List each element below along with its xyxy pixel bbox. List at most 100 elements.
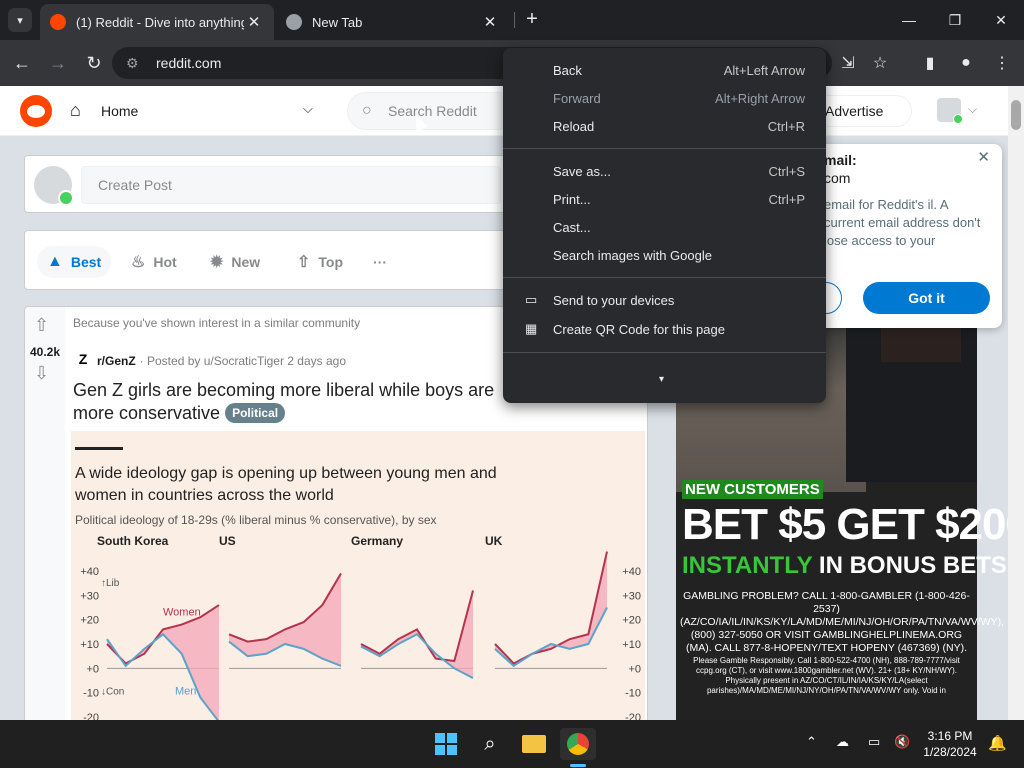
avatar[interactable] (34, 166, 74, 206)
notification-bell-icon[interactable]: 🔔 (988, 734, 1007, 752)
got-it-button[interactable]: Got it (863, 282, 990, 314)
volume-muted-icon[interactable]: 🔇 (894, 734, 910, 750)
more-options-button[interactable]: ··· (373, 246, 387, 278)
site-info-icon[interactable]: ⚙ (126, 55, 148, 72)
menu-label: Forward (553, 90, 601, 106)
close-icon[interactable]: ✕ (977, 148, 990, 166)
ad-headline: BET $5 GET $200 (682, 500, 1024, 549)
search-input[interactable]: ○ Search Reddit (347, 92, 517, 130)
search-icon[interactable]: ⌕ (472, 728, 508, 760)
forward-button[interactable]: → (46, 51, 70, 75)
menu-item-print[interactable]: Print... Ctrl+P (503, 185, 826, 213)
create-post-input[interactable]: Create Post (81, 166, 501, 204)
chrome-menu-icon[interactable]: ⋮ (990, 51, 1014, 75)
y-tick-label: +20 (80, 615, 99, 627)
panel-title: UK (485, 534, 503, 548)
top-chart-icon: ⇧ (297, 254, 311, 271)
post-meta: Z r/GenZ · Posted by u/SocraticTiger 2 d… (73, 351, 346, 371)
restore-button[interactable]: ❐ (932, 0, 978, 40)
menu-item-forward[interactable]: Forward Alt+Right Arrow (503, 84, 826, 112)
avatar[interactable] (937, 98, 963, 124)
chart-title: A wide ideology gap is opening up betwee… (75, 465, 497, 482)
tab-strip: ▾ (1) Reddit - Dive into anything ✕ New … (0, 0, 1024, 40)
system-clock[interactable]: 3:16 PM 1/28/2024 (920, 728, 980, 760)
network-icon[interactable]: ▭ (868, 734, 880, 750)
chevron-down-icon[interactable]: ⌵ (968, 102, 977, 117)
page-scrollbar[interactable] (1008, 86, 1024, 720)
menu-label: Print... (553, 191, 591, 207)
y-tick-label: +10 (622, 639, 641, 651)
sort-label: New (231, 254, 261, 270)
tab-new-tab[interactable]: New Tab ✕ (276, 4, 510, 40)
post-image[interactable]: A wide ideology gap is opening up betwee… (71, 431, 645, 720)
minimize-button[interactable]: — (886, 0, 932, 40)
post-title[interactable]: Gen Z girls are becoming more liberal wh… (73, 379, 513, 425)
ad-disclaimer: GAMBLING PROBLEM? CALL 1-800-GAMBLER (1-… (680, 590, 1004, 654)
subreddit-icon[interactable]: Z (73, 351, 93, 371)
windows-taskbar: ⌕ ⌃ ☁ ▭ 🔇 3:16 PM 1/28/2024 🔔 (0, 720, 1024, 768)
menu-shortcut: Ctrl+R (767, 118, 805, 134)
upvote-icon[interactable]: ⇧ (34, 315, 49, 336)
file-explorer-icon[interactable] (516, 728, 552, 760)
profile-icon[interactable]: ● (954, 51, 978, 75)
ad-person-head (881, 322, 961, 362)
onedrive-icon[interactable]: ☁ (836, 734, 849, 750)
qr-code-icon: ▦ (525, 321, 538, 336)
laptop-icon: ▭ (525, 292, 538, 307)
sort-new[interactable]: ✹ New (210, 246, 260, 278)
y-tick-label: +0 (628, 663, 641, 675)
recommendation-reason: Because you've shown interest in a simil… (73, 316, 361, 330)
tab-search-icon[interactable]: ▾ (8, 8, 32, 32)
close-window-button[interactable]: ✕ (978, 0, 1024, 40)
sort-label: Top (318, 254, 344, 270)
subreddit-link[interactable]: r/GenZ (97, 354, 136, 368)
menu-item-back[interactable]: Back Alt+Left Arrow (503, 56, 826, 84)
scrollbar-thumb[interactable] (1011, 100, 1021, 130)
chevron-down-icon[interactable]: ⌵ (303, 101, 313, 117)
search-icon: ○ (362, 102, 372, 119)
reload-button[interactable]: ↻ (82, 51, 106, 75)
search-placeholder: Search Reddit (388, 103, 477, 119)
menu-item-qr-code[interactable]: ▦ Create QR Code for this page (503, 315, 826, 343)
post-flair[interactable]: Political (225, 403, 286, 423)
tab-reddit[interactable]: (1) Reddit - Dive into anything ✕ (40, 4, 274, 40)
popup-heading: mail: (824, 152, 857, 168)
install-app-icon[interactable]: ⇲ (836, 51, 860, 75)
menu-item-send-to-devices[interactable]: ▭ Send to your devices (503, 286, 826, 314)
chrome-taskbar-icon[interactable] (560, 728, 596, 760)
chart-subtitle: Political ideology of 18-29s (% liberal … (75, 513, 437, 527)
menu-shortcut: Ctrl+S (768, 163, 805, 179)
y-tick-label: +40 (80, 566, 99, 578)
menu-item-save-as[interactable]: Save as... Ctrl+S (503, 157, 826, 185)
side-panel-icon[interactable]: ▮ (918, 51, 942, 75)
popup-email: com (824, 170, 851, 186)
sort-top[interactable]: ⇧ Top (297, 246, 343, 278)
reddit-logo-icon[interactable] (20, 95, 52, 127)
new-tab-button[interactable]: + (520, 8, 544, 32)
home-label[interactable]: Home (101, 103, 138, 119)
sort-hot[interactable]: ♨ Hot (131, 246, 177, 278)
y-tick-label: -10 (625, 688, 641, 700)
start-button[interactable] (428, 728, 464, 760)
ad-instantly: INSTANTLY (682, 552, 813, 579)
menu-item-reload[interactable]: Reload Ctrl+R (503, 112, 826, 140)
sort-best[interactable]: ▲ Best (37, 246, 112, 278)
y-tick-label: +20 (622, 615, 641, 627)
bookmark-star-icon[interactable]: ☆ (868, 51, 892, 75)
chrome-favicon-icon (286, 14, 302, 30)
vote-score: 40.2k (29, 345, 61, 359)
vote-column: ⇧ 40.2k ⇩ (25, 307, 65, 720)
close-tab-icon[interactable]: ✕ (244, 13, 264, 31)
url-text: reddit.com (156, 55, 222, 71)
tray-overflow-icon[interactable]: ⌃ (806, 734, 817, 750)
close-tab-icon[interactable]: ✕ (480, 13, 500, 31)
menu-item-cast[interactable]: Cast... (503, 213, 826, 241)
downvote-icon[interactable]: ⇩ (34, 363, 49, 384)
menu-item-search-images[interactable]: Search images with Google (503, 241, 826, 269)
legend-men: Men (175, 686, 196, 698)
back-button[interactable]: ← (10, 51, 34, 75)
windows-logo-icon (435, 733, 457, 755)
more-items-chevron-icon[interactable]: ▾ (659, 374, 664, 385)
y-tick-label: -20 (625, 712, 641, 720)
home-icon: ⌂ (70, 100, 81, 120)
